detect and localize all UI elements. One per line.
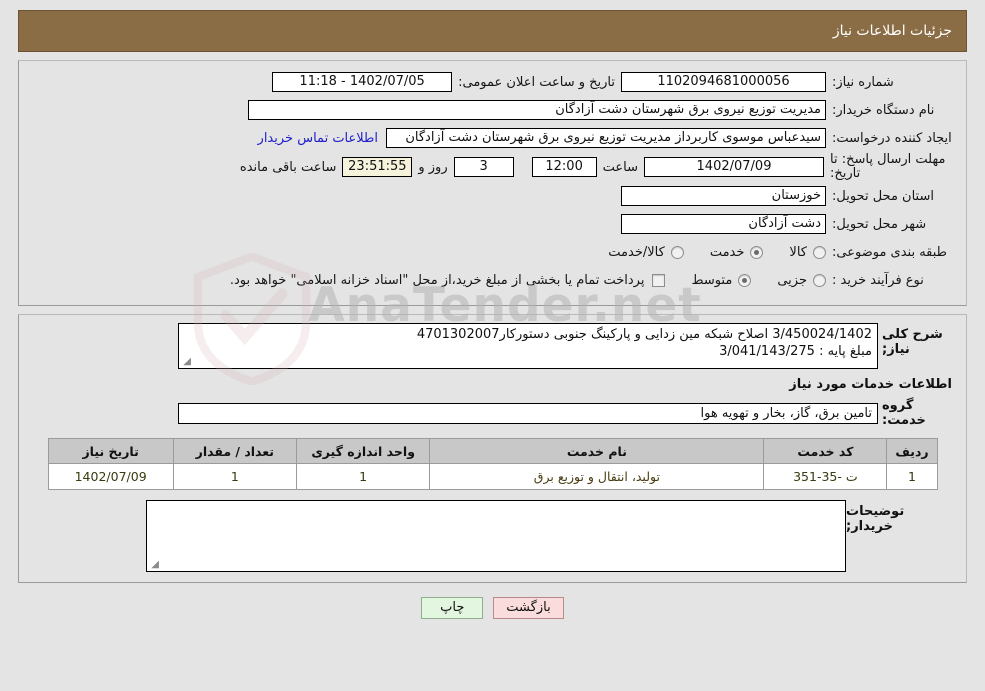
- radio-icon[interactable]: [813, 245, 826, 259]
- service-group-value: تامین برق، گاز، بخار و تهویه هوا: [178, 402, 878, 424]
- need-number-value: 1102094681000056: [621, 72, 826, 92]
- page-title: جزئیات اطلاعات نیاز: [832, 23, 952, 39]
- cell-name: تولید، انتقال و توزیع برق: [429, 463, 765, 490]
- buyer-comments-label: توضیحات خریدار;: [846, 504, 905, 534]
- description-line-2: مبلغ پایه : 3/041/143/275: [719, 344, 872, 359]
- radio-icon[interactable]: [750, 245, 764, 259]
- treasury-checkbox[interactable]: [652, 273, 666, 287]
- process-label: نوع فرآیند خرید :: [832, 272, 924, 288]
- category-option-khedmat[interactable]: خدمت: [710, 245, 764, 260]
- province-label: استان محل تحویل:: [832, 188, 934, 204]
- description-textarea[interactable]: 3/450024/1402 اصلاح شبکه مین زدایی و پار…: [178, 323, 878, 369]
- col-date: تاریخ نیاز: [47, 438, 174, 464]
- col-unit: واحد اندازه گیری: [295, 438, 431, 464]
- description-line-1: 3/450024/1402 اصلاح شبکه مین زدایی و پار…: [416, 327, 872, 342]
- resize-grip-icon[interactable]: ◢: [149, 560, 159, 570]
- buyer-org-value: مدیریت توزیع نیروی برق شهرستان دشت آزادگ…: [248, 100, 826, 120]
- city-label: شهر محل تحویل:: [832, 216, 927, 232]
- table-header-row: ردیف کد خدمت نام خدمت واحد اندازه گیری ت…: [47, 438, 938, 464]
- print-button[interactable]: چاپ: [421, 597, 484, 619]
- col-code: کد خدمت: [763, 438, 888, 464]
- process-row: نوع فرآیند خرید : جزیی متوسط پرداخت تمام…: [29, 267, 956, 293]
- description-row: شرح کلی نیاز; 3/450024/1402 اصلاح شبکه م…: [29, 323, 956, 369]
- city-row: شهر محل تحویل: دشت آزادگان: [29, 211, 956, 237]
- deadline-date-value: 1402/07/09: [644, 157, 824, 177]
- page-header: جزئیات اطلاعات نیاز: [18, 10, 967, 52]
- category-option-kala-khedmat[interactable]: کالا/خدمت: [608, 245, 684, 260]
- cell-row-no: 1: [886, 463, 938, 490]
- remaining-label: ساعت باقی مانده: [239, 159, 337, 175]
- radio-icon[interactable]: [670, 245, 684, 259]
- need-info-panel: شماره نیاز: 1102094681000056 تاریخ و ساع…: [18, 60, 967, 306]
- deadline-label: مهلت ارسال پاسخ: تا تاریخ:: [830, 152, 946, 181]
- process-radio-group: جزیی متوسط: [665, 273, 826, 288]
- treasury-note: پرداخت تمام یا بخشی از مبلغ خرید،از محل …: [229, 272, 645, 288]
- cell-code: ت -35-351: [763, 463, 888, 490]
- col-qty: تعداد / مقدار: [172, 438, 297, 464]
- creator-row: ایجاد کننده درخواست: سیدعباس موسوی کاربر…: [29, 125, 956, 151]
- hour-value: 12:00: [531, 157, 597, 177]
- cell-qty: 1: [172, 463, 297, 490]
- col-name: نام خدمت: [429, 438, 765, 464]
- need-number-row: شماره نیاز: 1102094681000056 تاریخ و ساع…: [29, 69, 956, 95]
- city-value: دشت آزادگان: [621, 214, 826, 234]
- process-option-label: متوسط: [691, 272, 733, 288]
- deadline-row: مهلت ارسال پاسخ: تا تاریخ: 1402/07/09 سا…: [29, 153, 956, 181]
- buyer-org-label: نام دستگاه خریدار:: [832, 102, 935, 118]
- creator-label: ایجاد کننده درخواست:: [832, 130, 952, 146]
- days-label: روز و: [418, 159, 448, 175]
- col-row-no: ردیف: [886, 438, 938, 464]
- process-option-label: جزیی: [777, 272, 807, 288]
- need-number-label: شماره نیاز:: [832, 74, 894, 90]
- buyer-contact-link[interactable]: اطلاعات تماس خریدار: [250, 131, 386, 146]
- buyer-comments-row: توضیحات خریدار; ◢: [29, 490, 956, 576]
- process-option-jozee[interactable]: جزیی: [777, 273, 826, 288]
- services-panel: شرح کلی نیاز; 3/450024/1402 اصلاح شبکه م…: [18, 314, 967, 583]
- services-section-title: اطلاعات خدمات مورد نیاز: [789, 377, 952, 392]
- description-label: شرح کلی نیاز;: [882, 327, 943, 357]
- category-option-label: خدمت: [709, 244, 745, 260]
- process-option-motavaset[interactable]: متوسط: [691, 272, 752, 288]
- service-group-label: گروه خدمت:: [882, 398, 926, 428]
- hour-label: ساعت: [602, 159, 638, 175]
- province-row: استان محل تحویل: خوزستان: [29, 183, 956, 209]
- back-button[interactable]: بازگشت: [493, 597, 564, 619]
- buyer-org-row: نام دستگاه خریدار: مدیریت توزیع نیروی بر…: [29, 97, 956, 123]
- radio-icon[interactable]: [813, 273, 826, 287]
- button-bar: بازگشت چاپ: [0, 597, 985, 619]
- category-option-kala[interactable]: کالا: [789, 245, 826, 260]
- service-group-row: گروه خدمت: تامین برق، گاز، بخار و تهویه …: [29, 396, 956, 436]
- services-table: ردیف کد خدمت نام خدمت واحد اندازه گیری ت…: [47, 438, 938, 490]
- cell-unit: 1: [295, 463, 431, 490]
- resize-grip-icon[interactable]: ◢: [181, 357, 191, 367]
- days-remaining-value: 3: [453, 157, 514, 177]
- page-root: جزئیات اطلاعات نیاز شماره نیاز: 11020946…: [0, 10, 985, 691]
- announce-value: 1402/07/05 - 11:18: [272, 72, 453, 92]
- creator-value: سیدعباس موسوی کاربرداز مدیریت توزیع نیرو…: [386, 128, 826, 148]
- radio-icon[interactable]: [738, 273, 752, 287]
- announce-label: تاریخ و ساعت اعلان عمومی:: [458, 74, 615, 90]
- buyer-comments-textarea[interactable]: ◢: [146, 500, 846, 572]
- category-radio-group: کالا خدمت کالا/خدمت: [582, 245, 826, 260]
- category-option-label: کالا/خدمت: [608, 244, 665, 260]
- category-row: طبقه بندی موضوعی: کالا خدمت کالا/خدمت: [29, 239, 956, 265]
- category-label: طبقه بندی موضوعی:: [832, 244, 948, 260]
- countdown-value: 23:51:55: [342, 157, 413, 177]
- category-option-label: کالا: [789, 244, 807, 260]
- cell-date: 1402/07/09: [47, 463, 174, 490]
- province-value: خوزستان: [621, 186, 826, 206]
- table-row: 1 ت -35-351 تولید، انتقال و توزیع برق 1 …: [47, 463, 938, 490]
